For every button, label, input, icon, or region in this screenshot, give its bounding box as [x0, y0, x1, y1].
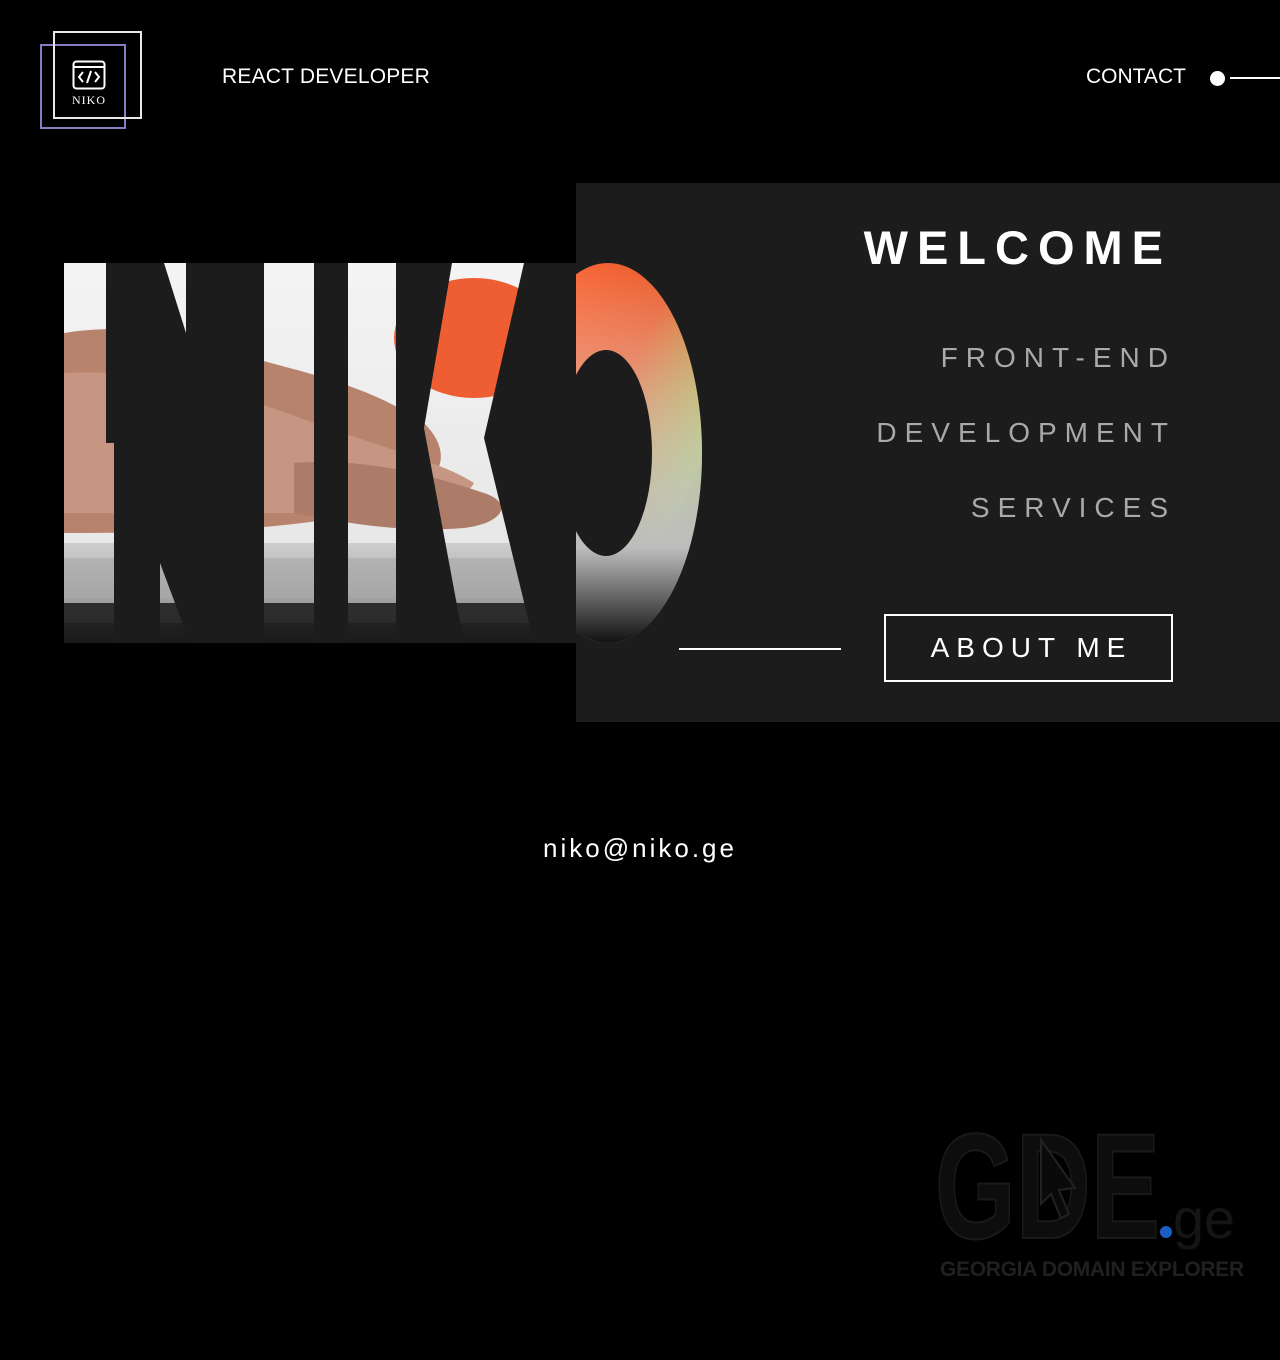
service-line-1: FRONT-END [940, 342, 1176, 373]
gde-watermark[interactable]: GDE ge GEORGIA DOMAIN EXPLORER [934, 1101, 1245, 1290]
svg-text:ge: ge [1173, 1187, 1235, 1250]
site-logo[interactable]: NIKO [40, 31, 142, 132]
email-link[interactable]: niko@niko.ge [0, 832, 1280, 864]
niko-photo-letters [64, 263, 702, 643]
gde-subtitle: GEORGIA DOMAIN EXPLORER [940, 1258, 1244, 1281]
service-line-3: SERVICES [970, 492, 1176, 523]
contact-dot [1210, 71, 1225, 86]
welcome-heading: WELCOME [863, 221, 1172, 274]
role-title: REACT DEVELOPER [222, 65, 431, 88]
contact-line [1230, 77, 1280, 79]
about-line [679, 648, 841, 650]
code-window-icon [72, 60, 106, 90]
contact-link[interactable]: CONTACT [1086, 64, 1186, 90]
logo-text: NIKO [72, 93, 106, 107]
about-me-button[interactable]: ABOUT ME [884, 614, 1173, 682]
service-line-2: DEVELOPMENT [876, 417, 1176, 448]
gde-logo-icon: GDE ge [934, 1101, 1235, 1271]
